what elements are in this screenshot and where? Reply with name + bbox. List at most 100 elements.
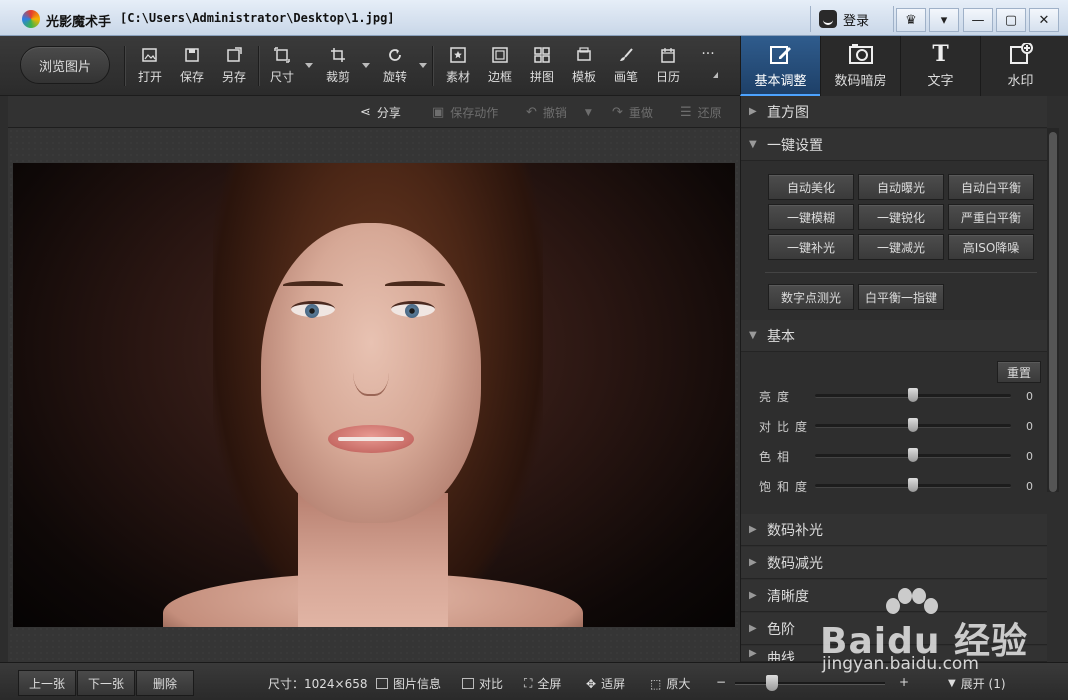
delete-button[interactable]: 删除 — [136, 670, 194, 696]
prev-image-button[interactable]: 上一张 — [18, 670, 76, 696]
minimize-button[interactable]: — — [963, 8, 993, 32]
slider-value: 0 — [1026, 389, 1033, 403]
tab-text[interactable]: T 文字 — [900, 36, 980, 96]
slider-label: 色相 — [759, 449, 796, 464]
slider-track[interactable] — [815, 448, 1011, 462]
photo-nose — [353, 338, 389, 396]
tool-label: 素材 — [445, 70, 470, 84]
calendar-icon — [659, 46, 677, 64]
collage-icon — [533, 46, 551, 64]
auto-white-balance-button[interactable]: 自动白平衡 — [948, 174, 1034, 200]
section-digital-fill-light[interactable]: ▶ 数码补光 — [741, 514, 1047, 546]
portrait-photo — [13, 163, 735, 627]
crop-dropdown-arrow[interactable] — [362, 63, 370, 68]
one-click-fill-light-button[interactable]: 一键补光 — [768, 234, 854, 260]
tool-label: 画笔 — [613, 70, 638, 84]
white-balance-picker-button[interactable]: 白平衡一指键 — [858, 284, 944, 310]
toolbar-divider — [124, 46, 125, 86]
skin-button[interactable]: ♛ — [896, 8, 926, 32]
slider-track[interactable] — [815, 418, 1011, 432]
slider-track[interactable] — [815, 478, 1011, 492]
one-click-reduce-light-button[interactable]: 一键减光 — [858, 234, 944, 260]
auto-exposure-button[interactable]: 自动曝光 — [858, 174, 944, 200]
original-size-button[interactable]: ⬚ 原大 — [650, 675, 690, 692]
zoom-slider-track[interactable] — [735, 682, 885, 685]
browse-images-button[interactable]: 浏览图片 — [20, 46, 110, 84]
undo-dropdown-icon[interactable]: ▼ — [585, 108, 592, 118]
material-button[interactable]: 素材 — [438, 46, 478, 90]
tool-label: 模板 — [571, 70, 596, 84]
menu-button[interactable]: ▾ — [929, 8, 959, 32]
compare-button[interactable]: 对比 — [462, 675, 503, 692]
save-as-button[interactable]: 另存 — [214, 46, 254, 90]
one-click-sharpen-button[interactable]: 一键锐化 — [858, 204, 944, 230]
zoom-out-button[interactable]: − — [716, 675, 726, 689]
crop-button[interactable]: 裁剪 — [318, 46, 358, 90]
panel-scrollbar[interactable] — [1047, 128, 1059, 492]
border-button[interactable]: 边框 — [480, 46, 520, 90]
login-button[interactable]: 登录 — [810, 6, 894, 32]
tab-darkroom[interactable]: 数码暗房 — [820, 36, 900, 96]
share-button[interactable]: ⋖ 分享 — [360, 104, 401, 121]
slider-contrast[interactable]: 对比度 0 — [759, 416, 1045, 436]
save-button[interactable]: 保存 — [172, 46, 212, 90]
undo-button[interactable]: ↶ 撤销 ▼ — [526, 104, 592, 121]
template-button[interactable]: 模板 — [564, 46, 604, 90]
section-one-click[interactable]: ▼ 一键设置 — [741, 129, 1047, 161]
scrollbar-thumb[interactable] — [1049, 132, 1057, 492]
slider-thumb[interactable] — [908, 388, 918, 402]
brush-button[interactable]: 画笔 — [606, 46, 646, 90]
spot-metering-button[interactable]: 数字点测光 — [768, 284, 854, 310]
expand-corner-icon[interactable] — [713, 72, 718, 78]
rotate-button[interactable]: 旋转 — [375, 46, 415, 90]
section-basic[interactable]: ▼ 基本 — [741, 320, 1047, 352]
save-action-button[interactable]: ▣ 保存动作 — [432, 104, 498, 121]
save-action-icon: ▣ — [432, 105, 445, 120]
section-histogram[interactable]: ▶ 直方图 — [741, 96, 1047, 128]
save-icon — [183, 46, 201, 64]
zoom-slider-thumb[interactable] — [766, 675, 778, 691]
calendar-button[interactable]: 日历 — [648, 46, 688, 90]
shirt-icon: ♛ — [905, 12, 917, 28]
redo-label: 重做 — [628, 106, 653, 120]
restore-button[interactable]: ☰ 还原 — [680, 104, 722, 121]
open-button[interactable]: 打开 — [130, 46, 170, 90]
resize-button[interactable]: 尺寸 — [262, 46, 302, 90]
menu-icon: ▾ — [940, 12, 948, 28]
more-tools-button[interactable]: ··· — [688, 46, 728, 90]
maximize-button[interactable]: ▢ — [996, 8, 1026, 32]
slider-hue[interactable]: 色相 0 — [759, 446, 1045, 466]
slider-thumb[interactable] — [908, 478, 918, 492]
tab-label: 基本调整 — [754, 74, 807, 89]
slider-saturation[interactable]: 饱和度 0 — [759, 476, 1045, 496]
slider-brightness[interactable]: 亮度 0 — [759, 386, 1045, 406]
tab-basic-adjust[interactable]: 基本调整 — [740, 36, 820, 96]
severe-white-balance-button[interactable]: 严重白平衡 — [948, 204, 1034, 230]
section-digital-reduce-light[interactable]: ▶ 数码减光 — [741, 547, 1047, 579]
reset-button[interactable]: 重置 — [997, 361, 1041, 383]
high-iso-denoise-button[interactable]: 高ISO降噪 — [948, 234, 1034, 260]
fit-screen-button[interactable]: ✥ 适屏 — [586, 675, 625, 692]
collage-button[interactable]: 拼图 — [522, 46, 562, 90]
auto-beautify-button[interactable]: 自动美化 — [768, 174, 854, 200]
fullscreen-button[interactable]: ⛶ 全屏 — [524, 675, 561, 692]
tab-label: 文字 — [927, 74, 954, 89]
slider-thumb[interactable] — [908, 418, 918, 432]
slider-thumb[interactable] — [908, 448, 918, 462]
slider-track[interactable] — [815, 388, 1011, 402]
close-button[interactable]: ✕ — [1029, 8, 1059, 32]
resize-dropdown-arrow[interactable] — [305, 63, 313, 68]
image-canvas[interactable] — [8, 128, 740, 662]
fullscreen-icon: ⛶ — [524, 676, 533, 690]
one-click-blur-button[interactable]: 一键模糊 — [768, 204, 854, 230]
baidu-watermark: Baidu 经验 jingyan.baidu.com — [820, 588, 1040, 678]
rotate-dropdown-arrow[interactable] — [419, 63, 427, 68]
maximize-icon: ▢ — [1004, 12, 1018, 28]
redo-button[interactable]: ↷ 重做 — [612, 104, 653, 121]
tab-watermark[interactable]: 水印 — [980, 36, 1060, 96]
login-label: 登录 — [843, 13, 870, 29]
fit-screen-label: 适屏 — [601, 677, 626, 691]
image-info-button[interactable]: 图片信息 — [376, 675, 441, 692]
next-image-button[interactable]: 下一张 — [77, 670, 135, 696]
tool-label: 另存 — [221, 70, 246, 84]
